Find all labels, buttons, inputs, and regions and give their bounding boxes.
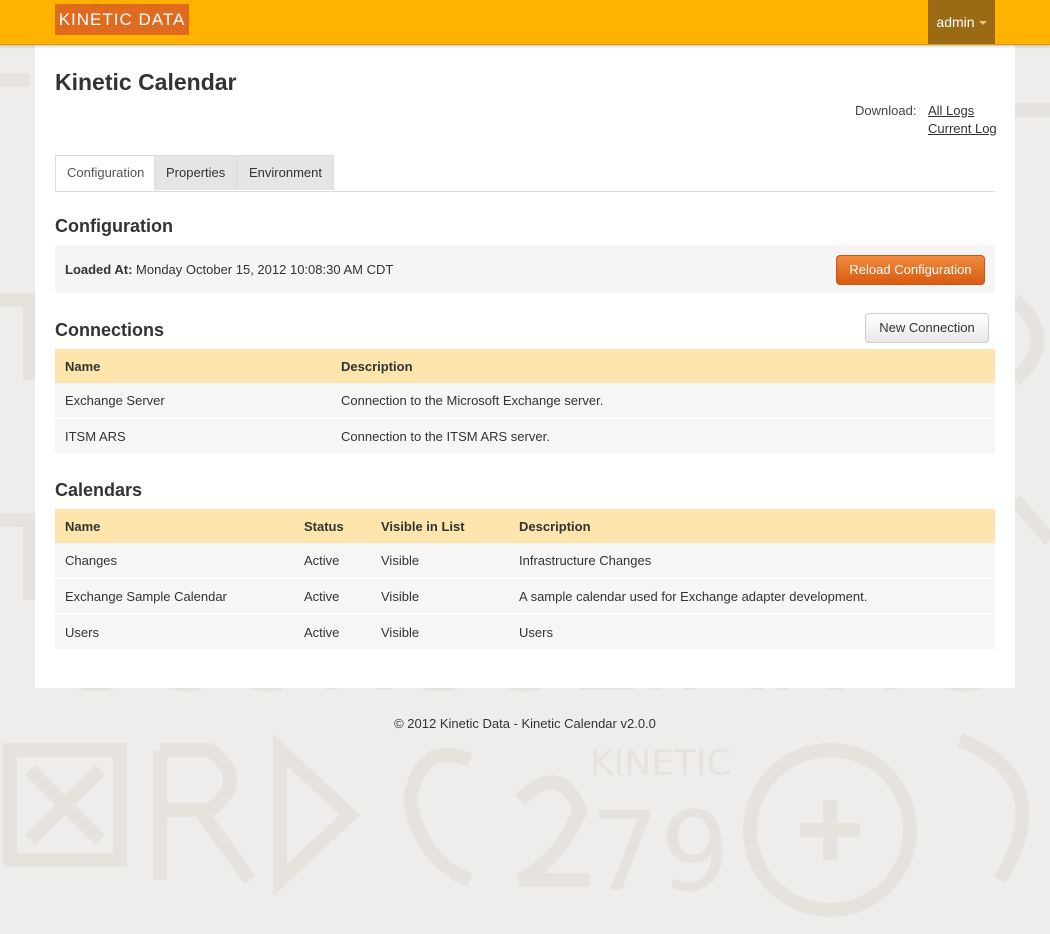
tab-configuration[interactable]: Configuration bbox=[55, 155, 157, 191]
calendar-name: Changes bbox=[55, 543, 294, 579]
kinetic-data-logo[interactable]: KINETIC DATA bbox=[55, 4, 189, 35]
calendar-description: Users bbox=[509, 614, 995, 651]
connections-table: Name Description Exchange Server Connect… bbox=[55, 349, 995, 455]
connection-name: ITSM ARS bbox=[55, 418, 331, 455]
calendar-description: A sample calendar used for Exchange adap… bbox=[509, 578, 995, 615]
all-logs-link[interactable]: All Logs bbox=[928, 103, 974, 118]
connection-name: Exchange Server bbox=[55, 383, 331, 419]
footer-copyright: © 2012 Kinetic Data - Kinetic Calendar v… bbox=[394, 716, 656, 731]
calendar-visible: Visible bbox=[371, 543, 509, 579]
calendar-name: Users bbox=[55, 614, 294, 651]
configuration-well: Loaded At: Monday October 15, 2012 10:08… bbox=[55, 245, 995, 293]
reload-configuration-button[interactable]: Reload Configuration bbox=[836, 255, 985, 285]
loaded-at-label: Loaded At: bbox=[65, 262, 133, 277]
column-header-description[interactable]: Description bbox=[509, 509, 995, 543]
table-row[interactable]: Users Active Visible Users bbox=[55, 614, 995, 651]
current-log-link[interactable]: Current Log bbox=[928, 121, 997, 136]
table-row[interactable]: Exchange Server Connection to the Micros… bbox=[55, 383, 995, 419]
table-header-row: Name Status Visible in List Description bbox=[55, 509, 995, 543]
download-label: Download: bbox=[855, 103, 917, 118]
user-menu-label: admin bbox=[936, 14, 975, 30]
calendar-description: Infrastructure Changes bbox=[509, 543, 995, 579]
calendar-name: Exchange Sample Calendar bbox=[55, 578, 294, 615]
column-header-name[interactable]: Name bbox=[55, 349, 331, 383]
connection-description: Connection to the Microsoft Exchange ser… bbox=[331, 383, 995, 419]
table-row[interactable]: Exchange Sample Calendar Active Visible … bbox=[55, 578, 995, 615]
loaded-at-text: Loaded At: Monday October 15, 2012 10:08… bbox=[65, 262, 393, 277]
calendars-table: Name Status Visible in List Description … bbox=[55, 509, 995, 651]
calendar-status: Active bbox=[294, 543, 371, 579]
calendar-visible: Visible bbox=[371, 614, 509, 651]
calendar-status: Active bbox=[294, 614, 371, 651]
column-header-description[interactable]: Description bbox=[331, 349, 995, 383]
connection-description: Connection to the ITSM ARS server. bbox=[331, 418, 995, 455]
connections-heading: Connections bbox=[55, 320, 165, 340]
table-header-row: Name Description bbox=[55, 349, 995, 383]
calendar-status: Active bbox=[294, 578, 371, 615]
loaded-at-value: Monday October 15, 2012 10:08:30 AM CDT bbox=[136, 262, 394, 277]
tab-bar: Configuration Properties Environment bbox=[55, 155, 995, 192]
new-connection-button[interactable]: New Connection bbox=[865, 313, 989, 343]
svg-text:79: 79 bbox=[590, 788, 730, 916]
column-header-name[interactable]: Name bbox=[55, 509, 294, 543]
column-header-visible[interactable]: Visible in List bbox=[371, 509, 509, 543]
page-title: Kinetic Calendar bbox=[55, 69, 237, 95]
tab-environment[interactable]: Environment bbox=[237, 155, 334, 190]
svg-text:KINETIC: KINETIC bbox=[590, 743, 732, 784]
table-row[interactable]: Changes Active Visible Infrastructure Ch… bbox=[55, 543, 995, 579]
caret-down-icon bbox=[978, 21, 987, 26]
tab-properties[interactable]: Properties bbox=[154, 155, 238, 190]
calendar-visible: Visible bbox=[371, 578, 509, 615]
user-menu-dropdown[interactable]: admin bbox=[928, 0, 995, 44]
column-header-status[interactable]: Status bbox=[294, 509, 371, 543]
configuration-heading: Configuration bbox=[55, 216, 173, 236]
table-row[interactable]: ITSM ARS Connection to the ITSM ARS serv… bbox=[55, 418, 995, 455]
main-panel: Kinetic Calendar Download: All Logs Curr… bbox=[35, 45, 1015, 688]
top-navbar: KINETIC DATA admin bbox=[0, 0, 1050, 45]
calendars-heading: Calendars bbox=[55, 480, 143, 500]
